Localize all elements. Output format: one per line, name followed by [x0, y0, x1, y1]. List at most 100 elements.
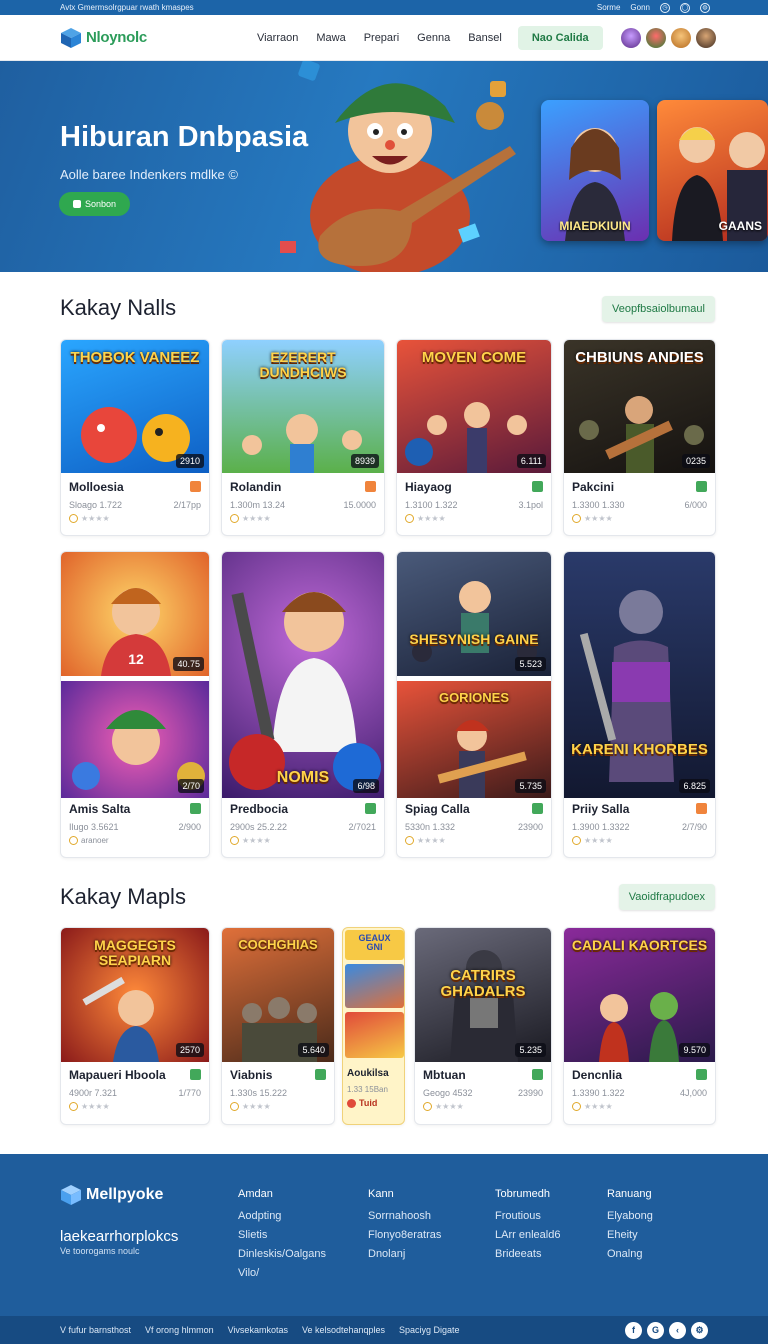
game-value: 4J,000	[679, 1088, 707, 1098]
clock-icon[interactable]: ◷	[660, 2, 670, 13]
game-value: 2/17pp	[173, 500, 201, 510]
footer-link[interactable]: Amdan	[238, 1188, 326, 1200]
footer-link[interactable]: Froutious	[495, 1210, 560, 1222]
footer-link[interactable]: Onalng	[607, 1248, 653, 1260]
nav-item-3[interactable]: Prepari	[364, 32, 399, 44]
play-count-badge: 6/98	[353, 779, 379, 793]
settings-icon[interactable]: ⚙	[691, 1321, 708, 1339]
game-value: 2/7021	[348, 822, 376, 832]
game-art-title: CATRIRS GHADALRS	[440, 967, 526, 1000]
game-value: 3.1pol	[518, 500, 543, 510]
logo-text: Nloynolc	[86, 29, 147, 46]
footer-link[interactable]: Eheity	[607, 1229, 653, 1241]
nav-item-1[interactable]: Viarraon	[257, 32, 298, 44]
game-card[interactable]: COCHGHIAS 5.640 Viabnis 1.330s 15.222 ★★…	[221, 927, 335, 1125]
section-1-view-all-button[interactable]: Veopfbsaiolbumaul	[602, 296, 715, 322]
game-art-title: MAGGEGTS SEAPIARN	[94, 937, 176, 968]
game-stats: 5330n 1.332	[405, 822, 456, 832]
game-card[interactable]: KARENI KHORBES 6.825 Priiy Salla 1.3900 …	[563, 551, 716, 858]
game-card-small-stack[interactable]: GEAUX GNI Aoukilsa 1.33 15Ban Tuid	[342, 927, 405, 1125]
hero-feature-card-2[interactable]: GAANS	[657, 100, 768, 241]
footer-link[interactable]: Ranuang	[607, 1188, 653, 1200]
rating-stars-icon: ★★★★	[242, 1102, 271, 1111]
play-count-badge: 0235	[681, 454, 710, 468]
footer-link[interactable]: Brideeats	[495, 1248, 560, 1260]
game-thumbnail: 12 40.75	[61, 552, 209, 676]
hero-button[interactable]: Sonbon	[59, 192, 130, 216]
game-name: Rolandin	[230, 480, 282, 494]
footer-bottom-bar: V fufur barnsthost Vf orong hlmmon Vivse…	[0, 1316, 768, 1344]
genre-tag-icon	[696, 481, 707, 492]
footer-logo[interactable]: Mellpyoke	[60, 1184, 163, 1206]
game-card[interactable]: NOMIS 6/98 Predbocia 2900s 25.2.22 2/7021…	[221, 551, 385, 858]
game-thumbnail: CATRIRS GHADALRS 5.235	[415, 928, 551, 1062]
google-icon[interactable]: G	[647, 1321, 664, 1339]
site-footer: Mellpyoke laekearrhorplokcs Ve toorogams…	[0, 1154, 768, 1316]
game-card[interactable]: CATRIRS GHADALRS 5.235 Mbtuan Geogo 4532…	[414, 927, 552, 1125]
nav-cta-button[interactable]: Nao Calida	[517, 25, 603, 50]
game-art-title: GEAUX GNI	[358, 933, 391, 953]
nav-item-2[interactable]: Mawa	[316, 32, 345, 44]
game-card[interactable]: MOVEN COME 6.111 Hiayaog 1.3100 1.322 3.1…	[396, 339, 552, 536]
game-meta: Priiy Salla 1.3900 1.3322 2/7/90 ★★★★	[572, 802, 707, 845]
hero-feature-card-1[interactable]: MIAEDKIUIN	[541, 100, 649, 241]
game-art-title: GORIONES	[438, 690, 510, 705]
top-link-1[interactable]: Sorme	[597, 3, 621, 12]
game-card[interactable]: CHBIUNS ANDIES 0235 Pakcini 1.3300 1.330…	[563, 339, 716, 536]
game-card[interactable]: CADALI KAORTCES 9.570 Dencnlia 1.3390 1.…	[563, 927, 716, 1125]
bottom-link[interactable]: Spaciyg Digate	[399, 1325, 460, 1335]
genre-tag-icon	[365, 481, 376, 492]
section-3-title: Kakay Mapls	[60, 884, 186, 909]
game-art-title: MOVEN COME	[421, 349, 527, 366]
footer-link[interactable]: Elyabong	[607, 1210, 653, 1222]
facebook-icon[interactable]: f	[625, 1321, 642, 1339]
footer-link[interactable]: Dnolanj	[368, 1248, 441, 1260]
game-card[interactable]: 12 40.75 2/70 Amis Salta Ilugo 3.5621 2/9…	[60, 551, 210, 858]
footer-link[interactable]: Flonyo8eratras	[368, 1229, 441, 1241]
footer-link[interactable]: Aodpting	[238, 1210, 326, 1222]
top-link-2[interactable]: Gonn	[630, 3, 650, 12]
game-card[interactable]: THOBOK VANEEZ 2910 Molloesia Sloago 1.72…	[60, 339, 210, 536]
avatar[interactable]	[696, 27, 716, 48]
genre-tag-icon	[365, 803, 376, 814]
game-art-title: KARENI KHORBES	[571, 741, 708, 758]
footer-link[interactable]: Tobrumedh	[495, 1188, 560, 1200]
game-meta: Molloesia Sloago 1.722 2/17pp ★★★★	[69, 480, 201, 523]
avatar[interactable]	[621, 27, 641, 48]
bottom-link[interactable]: Vivsekamkotas	[228, 1325, 288, 1335]
avatar[interactable]	[671, 27, 691, 48]
rating-stars-icon: ★★★★	[584, 836, 613, 845]
coin-icon	[572, 1102, 581, 1111]
game-stats: 1.330s 15.222	[230, 1088, 288, 1098]
nav-item-4[interactable]: Genna	[417, 32, 450, 44]
game-art-title: THOBOK VANEEZ	[70, 349, 200, 366]
user-icon[interactable]: ◯	[680, 2, 690, 13]
game-value: 15.0000	[343, 500, 376, 510]
game-thumbnail: NOMIS 6/98	[222, 552, 384, 798]
footer-logo-text: Mellpyoke	[86, 1186, 164, 1203]
footer-link[interactable]: Kann	[368, 1188, 441, 1200]
footer-column-1: Amdan Aodpting Slietis Dinleskis/Oalgans…	[238, 1188, 326, 1286]
bottom-link[interactable]: Ve kelsodtehanqples	[302, 1325, 385, 1335]
nav-item-5[interactable]: Bansel	[468, 32, 502, 44]
footer-link[interactable]: Dinleskis/Oalgans	[238, 1248, 326, 1260]
jersey-number: 12	[128, 651, 144, 667]
share-icon[interactable]: ‹	[669, 1321, 686, 1339]
bottom-link[interactable]: V fufur barnsthost	[60, 1325, 131, 1335]
game-name: Amis Salta	[69, 802, 131, 816]
game-card[interactable]: EZERERT DUNDHCIWS 8939 Rolandin 1.300m 1…	[221, 339, 385, 536]
avatar[interactable]	[646, 27, 666, 48]
game-card[interactable]: SHESYNISH GAINE 5.523 GORIONES 5.735 Spi…	[396, 551, 552, 858]
footer-link[interactable]: LArr enleald6	[495, 1229, 560, 1241]
site-logo[interactable]: Nloynolc	[60, 27, 147, 49]
bottom-link[interactable]: Vf orong hlmmon	[145, 1325, 214, 1335]
section-3-view-all-button[interactable]: Vaoidfrapudoex	[618, 884, 715, 910]
footer-link[interactable]: Sorrnahoosh	[368, 1210, 441, 1222]
globe-icon[interactable]: ◍	[700, 2, 710, 13]
game-name: Mapaueri Hboola	[69, 1068, 166, 1082]
genre-tag-icon	[696, 1069, 707, 1080]
footer-link[interactable]: Slietis	[238, 1229, 326, 1241]
rating-stars-icon: ★★★★	[435, 1102, 464, 1111]
game-card[interactable]: MAGGEGTS SEAPIARN 2570 Mapaueri Hboola 4…	[60, 927, 210, 1125]
footer-link[interactable]: Vilo/	[238, 1267, 326, 1279]
